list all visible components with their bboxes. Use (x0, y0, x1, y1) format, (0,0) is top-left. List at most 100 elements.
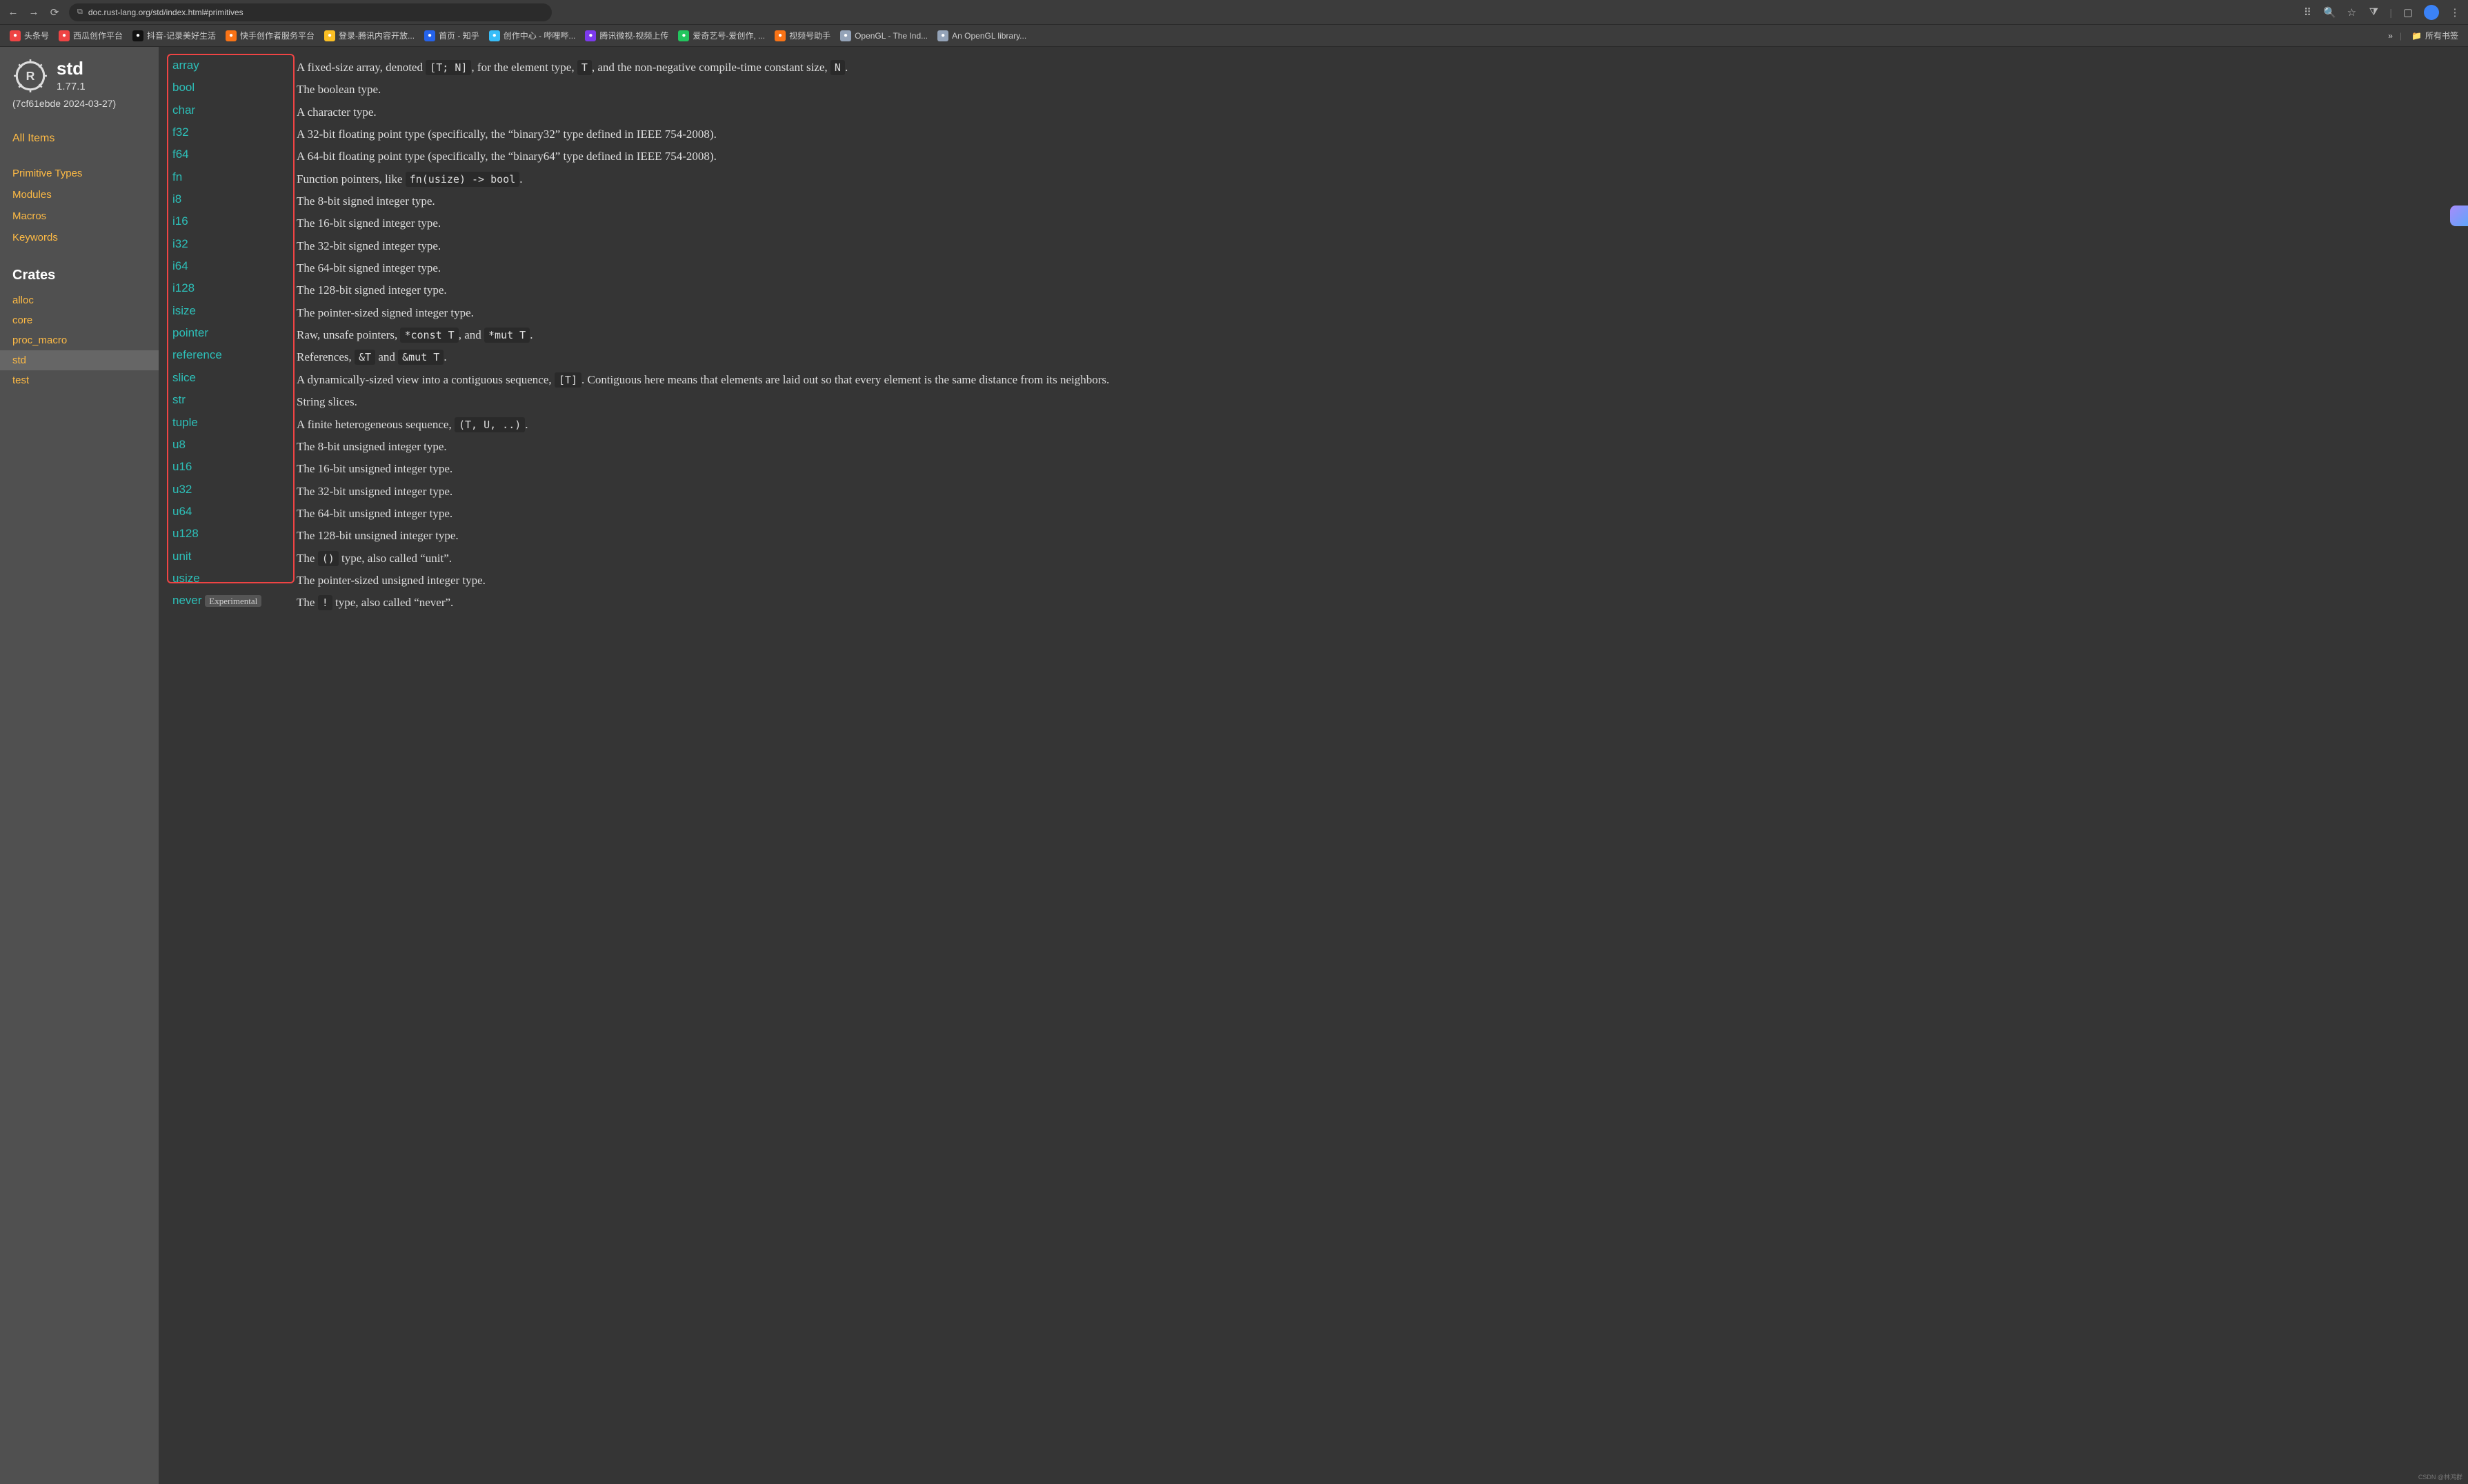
sidebar-section-link[interactable]: Keywords (12, 227, 146, 248)
bookmark-label: 视频号助手 (789, 30, 830, 41)
bookmark-item[interactable]: ●西瓜创作平台 (56, 28, 126, 43)
primitive-link-str[interactable]: str (171, 391, 297, 413)
bookmark-item[interactable]: ●OpenGL - The Ind... (837, 28, 931, 43)
primitive-link-u32[interactable]: u32 (171, 481, 297, 503)
bookmark-item[interactable]: ●An OpenGL library... (935, 28, 1029, 43)
primitive-description: The 128-bit unsigned integer type. (297, 525, 2456, 547)
bookmark-favicon: ● (775, 30, 786, 41)
primitive-link-tuple[interactable]: tuple (171, 414, 297, 436)
sidebar: R std 1.77.1 (7cf61ebde 2024-03-27) All … (0, 47, 159, 1484)
all-bookmarks-folder[interactable]: 📁 所有书签 (2409, 28, 2461, 43)
experimental-badge: Experimental (205, 595, 261, 607)
bookmark-item[interactable]: ●爱奇艺号-爱创作, ... (675, 28, 768, 43)
primitive-link-usize[interactable]: usize (171, 570, 297, 592)
primitive-description: The 32-bit unsigned integer type. (297, 481, 2456, 503)
bookmark-label: 头条号 (24, 30, 49, 41)
back-button[interactable]: ← (7, 6, 19, 18)
primitive-link-i32[interactable]: i32 (171, 235, 297, 257)
primitive-link-i128[interactable]: i128 (171, 279, 297, 301)
bookmark-item[interactable]: ●视频号助手 (772, 28, 833, 43)
bookmark-item[interactable]: ●抖音-记录美好生活 (130, 28, 219, 43)
bookmark-item[interactable]: ●头条号 (7, 28, 52, 43)
bookmark-item[interactable]: ● 登录-腾讯内容开放... (321, 28, 417, 43)
primitive-link-i8[interactable]: i8 (171, 190, 297, 212)
primitive-description: The () type, also called “unit”. (297, 548, 2456, 570)
inline-code: *mut T (484, 328, 530, 343)
profile-avatar[interactable] (2424, 5, 2439, 20)
bookmarks-overflow[interactable]: » (2388, 31, 2393, 41)
bookmark-favicon: ● (10, 30, 21, 41)
bookmark-item[interactable]: ●快手创作者服务平台 (223, 28, 317, 43)
primitive-link-i16[interactable]: i16 (171, 212, 297, 234)
bookmark-item[interactable]: ● 首页 - 知乎 (421, 28, 482, 43)
translate-icon[interactable]: ⠿ (2301, 6, 2313, 19)
sidebar-section-link[interactable]: Macros (12, 205, 146, 227)
sidebar-section-link[interactable]: Modules (12, 184, 146, 205)
primitive-link-u128[interactable]: u128 (171, 525, 297, 547)
forward-button[interactable]: → (28, 6, 40, 18)
primitive-description: The 8-bit signed integer type. (297, 190, 2456, 212)
primitive-description: The 32-bit signed integer type. (297, 235, 2456, 257)
bookmark-label: An OpenGL library... (952, 31, 1026, 41)
inline-code: &mut T (398, 350, 444, 365)
primitive-link-u16[interactable]: u16 (171, 458, 297, 480)
primitive-link-fn[interactable]: fn (171, 168, 297, 190)
primitive-link-u8[interactable]: u8 (171, 436, 297, 458)
primitive-link-char[interactable]: char (171, 101, 297, 123)
bookmark-label: OpenGL - The Ind... (855, 31, 928, 41)
primitive-description: A 32-bit floating point type (specifical… (297, 123, 2456, 146)
bookmark-label: 登录-腾讯内容开放... (339, 30, 415, 41)
inline-code: (T, U, ..) (455, 417, 525, 432)
extensions-icon[interactable]: ⧩ (2367, 6, 2380, 18)
primitive-description: Function pointers, like fn(usize) -> boo… (297, 168, 2456, 190)
primitive-link-f32[interactable]: f32 (171, 123, 297, 146)
primitive-description: References, &T and &mut T. (297, 346, 2456, 368)
bookmark-label: 西瓜创作平台 (73, 30, 123, 41)
primitive-link-never[interactable]: never Experimental (171, 592, 297, 614)
primitive-link-isize[interactable]: isize (171, 302, 297, 324)
bookmark-label: 首页 - 知乎 (439, 30, 479, 41)
sidebar-section-link[interactable]: Primitive Types (12, 163, 146, 184)
primitive-link-unit[interactable]: unit (171, 548, 297, 570)
primitive-link-reference[interactable]: reference (171, 346, 297, 368)
watermark: CSDN @林鸿群 (2418, 1472, 2462, 1481)
sidebar-crate-proc_macro[interactable]: proc_macro (12, 330, 146, 350)
folder-icon: 📁 (2411, 31, 2422, 41)
sidebar-crate-std[interactable]: std (0, 350, 159, 370)
site-info-icon[interactable]: ⧉ (77, 8, 83, 17)
primitive-link-bool[interactable]: bool (171, 79, 297, 101)
primitive-description: A character type. (297, 101, 2456, 123)
zoom-icon[interactable]: 🔍 (2323, 6, 2336, 19)
inline-code: &T (355, 350, 375, 365)
primitive-link-array[interactable]: array (171, 57, 297, 79)
primitive-link-pointer[interactable]: pointer (171, 324, 297, 346)
bookmark-favicon: ● (424, 30, 435, 41)
inline-code: N (830, 60, 845, 75)
sidebar-crate-core[interactable]: core (12, 310, 146, 330)
all-items-link[interactable]: All Items (12, 128, 146, 149)
commit-hash: (7cf61ebde 2024-03-27) (12, 98, 146, 109)
inline-code: T (577, 60, 592, 75)
primitive-link-i64[interactable]: i64 (171, 257, 297, 279)
bookmark-favicon: ● (59, 30, 70, 41)
floating-widget[interactable] (2450, 205, 2468, 226)
sidebar-crate-alloc[interactable]: alloc (12, 290, 146, 310)
primitive-link-f64[interactable]: f64 (171, 146, 297, 168)
reload-button[interactable]: ⟳ (48, 6, 61, 19)
menu-icon[interactable]: ⋮ (2449, 6, 2461, 19)
primitive-link-u64[interactable]: u64 (171, 503, 297, 525)
sidepanel-icon[interactable]: ▢ (2402, 6, 2414, 19)
bookmark-star-icon[interactable]: ☆ (2345, 6, 2358, 19)
url-bar[interactable]: ⧉ doc.rust-lang.org/std/index.html#primi… (69, 3, 552, 21)
primitive-link-slice[interactable]: slice (171, 369, 297, 391)
primitive-description: The ! type, also called “never”. (297, 592, 2456, 614)
sidebar-crate-test[interactable]: test (12, 370, 146, 390)
bookmark-favicon: ● (678, 30, 689, 41)
crate-title: std (57, 58, 86, 79)
primitive-description: The 64-bit signed integer type. (297, 257, 2456, 279)
bookmark-item[interactable]: ●创作中心 - 哔哩哔... (486, 28, 579, 43)
bookmark-item[interactable]: ●腾讯微视-视频上传 (582, 28, 671, 43)
bookmark-favicon: ● (324, 30, 335, 41)
bookmark-label: 腾讯微视-视频上传 (599, 30, 668, 41)
primitive-description: The 128-bit signed integer type. (297, 279, 2456, 301)
